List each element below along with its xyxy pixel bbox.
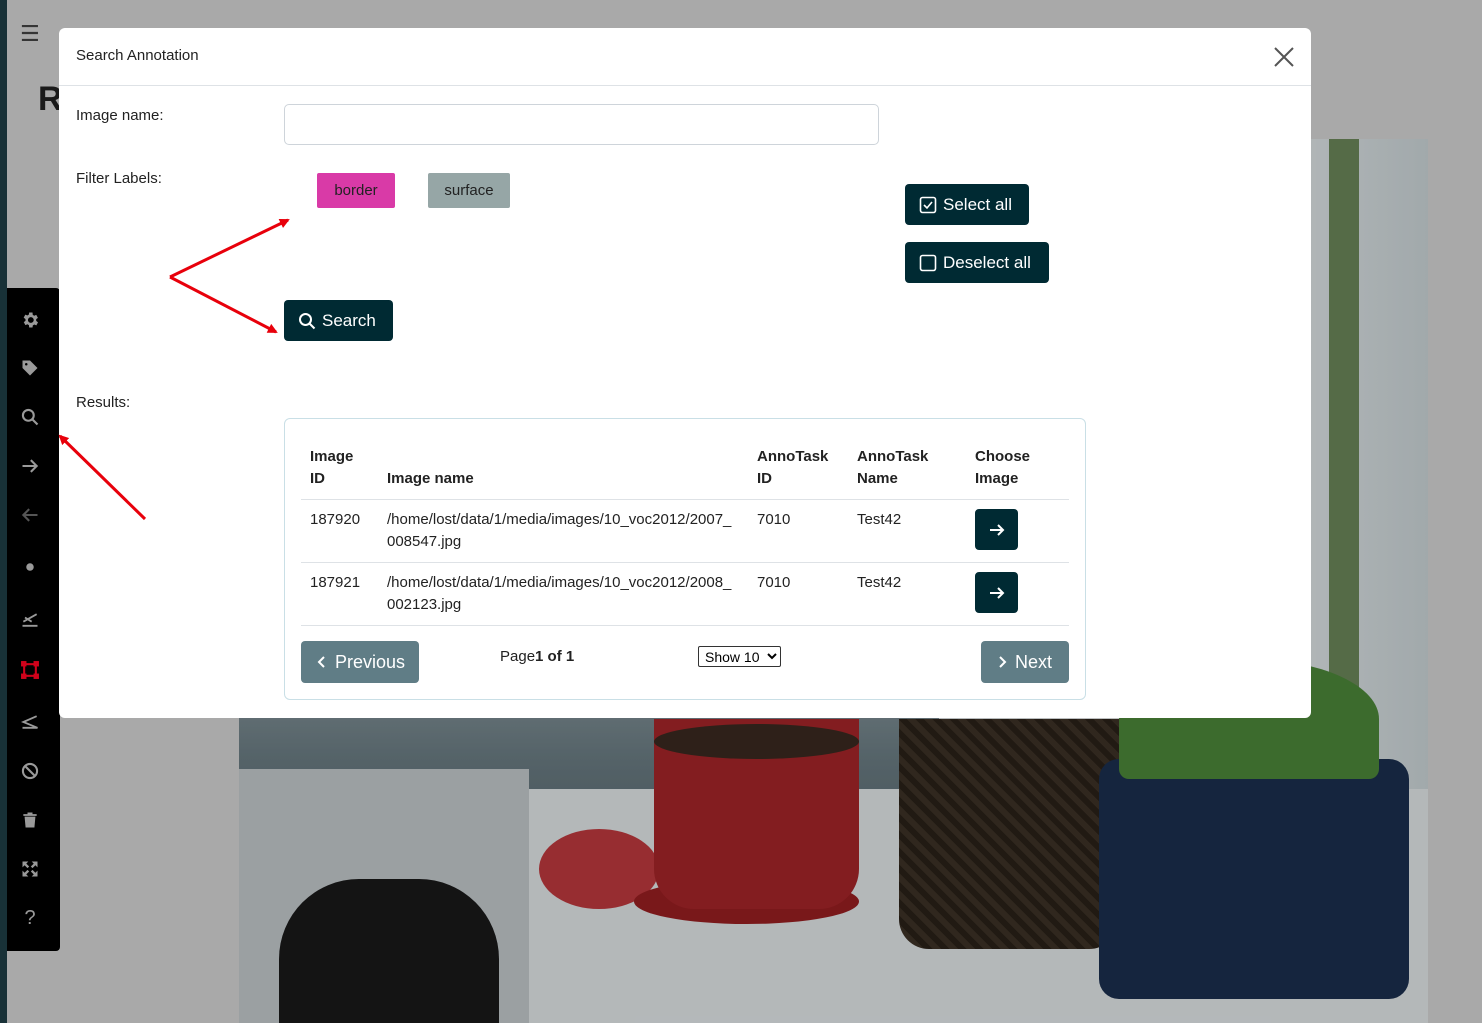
cell-image-name: /home/lost/data/1/media/images/10_voc201… — [378, 562, 748, 626]
cell-choose-image — [966, 562, 1069, 626]
results-label: Results: — [76, 394, 131, 411]
arrow-left-icon[interactable] — [18, 503, 42, 527]
chevron-left-icon — [317, 656, 325, 668]
annotation-toolbar: ? — [7, 288, 60, 951]
search-button[interactable]: Search — [284, 300, 393, 341]
checkbox-checked-icon — [919, 196, 937, 213]
image-name-label: Image name: — [76, 107, 164, 124]
table-row: 187921 /home/lost/data/1/media/images/10… — [301, 562, 1069, 626]
column-header: Choose Image — [966, 436, 1069, 500]
question-icon[interactable]: ? — [18, 906, 42, 930]
next-page-button[interactable]: Next — [981, 641, 1069, 683]
page-current: 1 of 1 — [535, 648, 575, 665]
previous-label: Previous — [335, 651, 406, 672]
page-prefix: Page — [500, 648, 536, 665]
modal-title: Search Annotation — [76, 47, 199, 64]
choose-image-button[interactable] — [975, 509, 1018, 550]
page-size-select[interactable]: Show 10 — [698, 646, 781, 667]
arrow-right-icon — [989, 586, 1004, 599]
cell-annotask-id: 7010 — [748, 499, 848, 563]
cell-image-id: 187920 — [301, 499, 378, 563]
column-header: AnnoTask ID — [748, 436, 848, 500]
table-row: 187920 /home/lost/data/1/media/images/10… — [301, 499, 1069, 563]
column-header: Image name — [378, 436, 748, 500]
cell-annotask-name: Test42 — [848, 562, 966, 626]
search-icon — [299, 312, 316, 329]
choose-image-button[interactable] — [975, 572, 1018, 613]
filter-labels-label: Filter Labels: — [76, 170, 162, 187]
ban-icon[interactable] — [18, 759, 42, 783]
chevron-right-icon — [999, 656, 1007, 668]
deselect-all-button[interactable]: Deselect all — [905, 242, 1049, 283]
cell-image-name: /home/lost/data/1/media/images/10_voc201… — [378, 499, 748, 563]
trash-icon[interactable] — [18, 808, 42, 832]
expand-icon[interactable] — [18, 857, 42, 881]
results-panel: Image ID Image name AnnoTask ID AnnoTask… — [284, 418, 1086, 700]
cell-annotask-id: 7010 — [748, 562, 848, 626]
label-chip-surface[interactable]: surface — [428, 173, 510, 208]
cell-choose-image — [966, 499, 1069, 563]
label-chip-border[interactable]: border — [317, 173, 395, 208]
bbox-icon[interactable] — [18, 658, 42, 682]
close-icon[interactable] — [1271, 44, 1297, 70]
cell-annotask-name: Test42 — [848, 499, 966, 563]
gear-icon[interactable] — [18, 308, 42, 332]
image-name-input[interactable] — [284, 104, 879, 145]
column-header: AnnoTask Name — [848, 436, 966, 500]
search-icon[interactable] — [18, 405, 42, 429]
next-label: Next — [1015, 651, 1053, 672]
page-indicator: Page1 of 1 — [500, 648, 574, 665]
column-header: Image ID — [301, 436, 378, 500]
tag-icon[interactable] — [18, 356, 42, 380]
select-all-label: Select all — [943, 194, 1012, 214]
line-tool-icon[interactable] — [18, 608, 42, 632]
search-button-label: Search — [322, 310, 376, 330]
search-annotation-modal: Search Annotation Image name: Filter Lab… — [59, 28, 1311, 718]
arrow-right-icon[interactable] — [18, 454, 42, 478]
cell-image-id: 187921 — [301, 562, 378, 626]
polygon-icon[interactable] — [18, 710, 42, 734]
modal-header: Search Annotation — [59, 28, 1311, 86]
checkbox-empty-icon — [919, 254, 937, 271]
deselect-all-label: Deselect all — [943, 252, 1031, 272]
previous-page-button[interactable]: Previous — [301, 641, 419, 683]
dot-icon[interactable] — [18, 555, 42, 579]
select-all-button[interactable]: Select all — [905, 184, 1029, 225]
table-header-row: Image ID Image name AnnoTask ID AnnoTask… — [301, 436, 1069, 500]
arrow-right-icon — [989, 523, 1004, 536]
results-table: Image ID Image name AnnoTask ID AnnoTask… — [301, 436, 1069, 626]
